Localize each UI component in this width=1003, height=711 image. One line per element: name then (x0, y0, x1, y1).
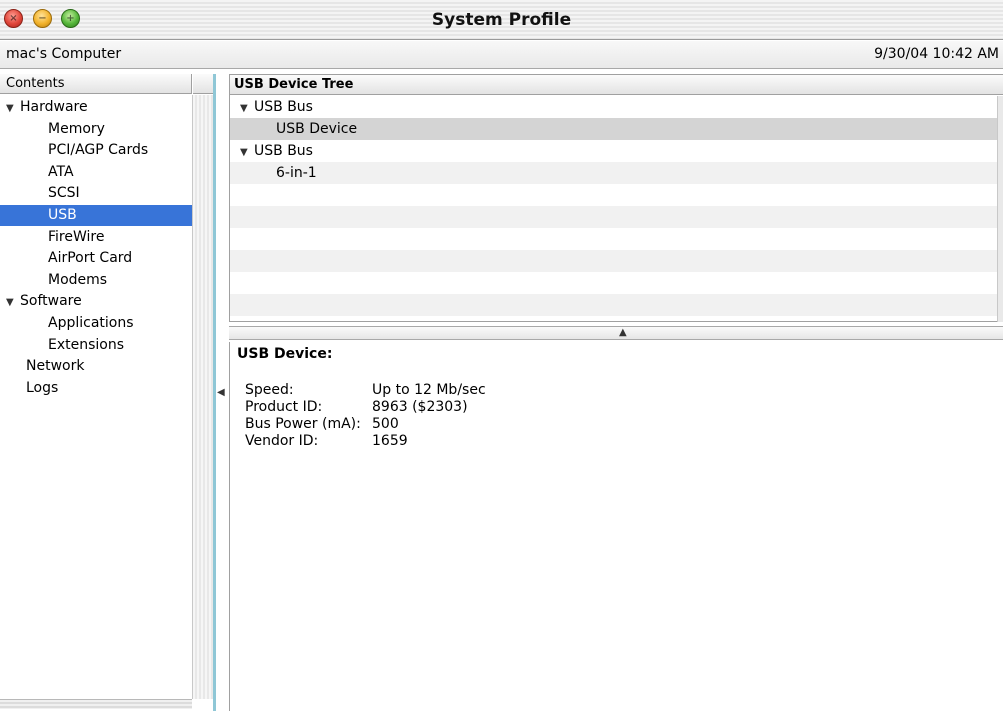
sidebar-item-label: ATA (48, 163, 74, 180)
detail-key: Vendor ID: (245, 433, 319, 449)
disclosure-triangle-icon[interactable]: ▼ (240, 142, 254, 164)
detail-value: 8963 ($2303) (372, 399, 468, 415)
contents-header-corner (193, 74, 213, 94)
device-tree-scrollbar[interactable] (997, 96, 1003, 322)
sidebar-item-logs[interactable]: Logs (0, 378, 192, 399)
sidebar-item-hardware[interactable]: ▼ Hardware (0, 97, 192, 118)
splitter-arrow-icon: ▲ (619, 327, 627, 338)
device-tree-empty-row (230, 294, 997, 316)
sidebar-item-label: USB (48, 207, 77, 223)
sidebar-item-label: FireWire (48, 228, 105, 245)
sidebar-scrollbar[interactable] (192, 95, 213, 699)
computer-info-bar: mac's Computer 9/30/04 10:42 AM (0, 41, 1003, 69)
device-tree-row-label: USB Bus (254, 143, 313, 159)
sidebar-item-pci-agp-cards[interactable]: PCI/AGP Cards (0, 140, 192, 161)
sidebar-item-label: Memory (48, 120, 105, 137)
detail-key: Speed: (245, 382, 294, 398)
detail-key: Bus Power (mA): (245, 416, 361, 432)
device-tree-row[interactable]: 6-in-1 (230, 162, 997, 184)
detail-key: Product ID: (245, 399, 323, 415)
device-details-pane: USB Device: Speed: Up to 12 Mb/sec Product… (229, 342, 1003, 711)
sidebar-item-scsi[interactable]: SCSI (0, 183, 192, 204)
sidebar-item-usb[interactable]: USB (0, 205, 192, 226)
sidebar-item-memory[interactable]: Memory (0, 119, 192, 140)
profile-timestamp: 9/30/04 10:42 AM (874, 46, 999, 62)
disclosure-triangle-icon[interactable]: ▼ (240, 98, 254, 120)
sidebar-item-ata[interactable]: ATA (0, 162, 192, 183)
detail-value: 1659 (372, 433, 408, 449)
computer-name: mac's Computer (6, 46, 122, 62)
sidebar-item-software[interactable]: ▼ Software (0, 291, 192, 312)
sidebar-item-label: Network (26, 358, 85, 375)
sidebar-item-label: Applications (48, 315, 134, 331)
sidebar-item-label: Software (20, 293, 82, 310)
pane-splitter[interactable]: ▲ (229, 326, 1003, 340)
sidebar-item-label: Extensions (48, 336, 125, 353)
sidebar-item-label: Modems (48, 271, 108, 288)
detail-row: Bus Power (mA): 500 (245, 416, 486, 433)
device-tree-empty-row (230, 206, 997, 228)
contents-header[interactable]: Contents (0, 74, 192, 94)
sidebar-item-extensions[interactable]: Extensions (0, 335, 192, 356)
collapse-arrow-icon[interactable]: ◀ (217, 387, 225, 398)
device-tree-pane: USB Device Tree ▼ USB Bus USB Device ▼ USB B… (229, 74, 1003, 322)
sidebar-item-label: SCSI (48, 185, 80, 202)
device-tree-header[interactable]: USB Device Tree (230, 75, 1003, 95)
details-list: Speed: Up to 12 Mb/sec Product ID: 8963 ($2… (245, 382, 486, 450)
sidebar-item-firewire[interactable]: FireWire (0, 227, 192, 248)
disclosure-triangle-icon[interactable]: ▼ (6, 98, 20, 119)
disclosure-triangle-icon[interactable]: ▼ (6, 292, 20, 313)
device-tree-list: ▼ USB Bus USB Device ▼ USB Bus 6-in-1 (230, 96, 997, 316)
device-tree-empty-row (230, 272, 997, 294)
sidebar-item-airport-card[interactable]: AirPort Card (0, 248, 192, 269)
sidebar-item-modems[interactable]: Modems (0, 270, 192, 291)
details-title: USB Device: (237, 346, 333, 362)
sidebar-item-label: PCI/AGP Cards (48, 142, 149, 159)
detail-row: Product ID: 8963 ($2303) (245, 399, 486, 416)
device-tree-row[interactable]: ▼ USB Bus (230, 96, 997, 118)
detail-row: Vendor ID: 1659 (245, 433, 486, 450)
device-tree-row[interactable]: USB Device (230, 118, 997, 140)
sidebar-horizontal-scrollbar[interactable] (0, 699, 192, 709)
detail-row: Speed: Up to 12 Mb/sec (245, 382, 486, 399)
window-title: System Profile (431, 10, 572, 30)
device-tree-row-label: USB Device (276, 121, 358, 137)
sidebar-item-label: AirPort Card (48, 250, 133, 267)
detail-value: 500 (372, 416, 399, 432)
sidebar-item-applications[interactable]: Applications (0, 313, 192, 334)
sidebar-item-label: Hardware (20, 99, 88, 115)
sidebar-item-network[interactable]: Network (0, 356, 192, 377)
title-bar: × − + System Profile (0, 0, 1003, 40)
sidebar-item-label: Logs (26, 379, 59, 396)
detail-value: Up to 12 Mb/sec (372, 382, 486, 398)
device-tree-row-label: USB Bus (254, 99, 313, 115)
device-tree-empty-row (230, 250, 997, 272)
contents-sidebar: Contents ▼ Hardware Memory PCI/AGP Cards ATA… (0, 74, 216, 711)
device-tree-empty-row (230, 184, 997, 206)
device-tree-row[interactable]: ▼ USB Bus (230, 140, 997, 162)
device-tree-row-label: 6-in-1 (276, 165, 317, 181)
device-tree-empty-row (230, 228, 997, 250)
